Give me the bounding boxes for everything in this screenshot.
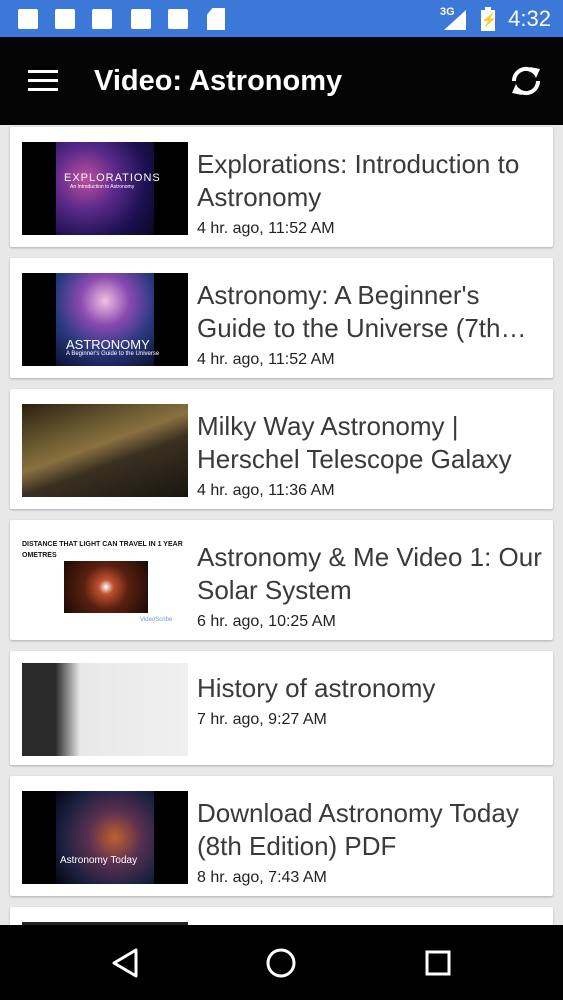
video-thumbnail: ASTRONOMY A Beginner's Guide to the Univ…: [22, 273, 188, 366]
network-type: 3G: [440, 6, 455, 18]
page-title: Video: Astronomy: [94, 65, 343, 97]
notification-icon: [55, 9, 75, 29]
video-timestamp: 4 hr. ago, 11:52 AM: [197, 220, 335, 237]
video-title: History of astronomy: [197, 673, 436, 703]
refresh-icon[interactable]: [506, 61, 546, 101]
video-timestamp: 4 hr. ago, 11:52 AM: [197, 351, 335, 368]
video-timestamp: 7 hr. ago, 9:27 AM: [197, 711, 327, 728]
battery-icon: ⚡: [481, 7, 497, 31]
sd-card-icon: [207, 8, 225, 30]
list-item[interactable]: Astronomy Today Download Astronomy Today…: [10, 776, 553, 896]
video-thumbnail: Astronomy Today: [22, 791, 188, 884]
notification-icon: [168, 9, 188, 29]
video-title: Explorations: Introduction to Astronomy: [197, 149, 520, 212]
video-thumbnail: EXPLORATIONS An Introduction to Astronom…: [22, 142, 188, 235]
notification-icon: [131, 9, 151, 29]
video-title: Astronomy & Me Video 1: Our Solar System: [197, 542, 542, 605]
video-timestamp: 4 hr. ago, 11:36 AM: [197, 482, 335, 499]
back-triangle-icon[interactable]: [108, 945, 144, 981]
hamburger-menu-icon[interactable]: [28, 70, 58, 92]
video-thumbnail: DISTANCE THAT LIGHT CAN TRAVEL IN 1 YEAR…: [22, 535, 188, 628]
video-thumbnail: [22, 404, 188, 497]
status-bar: 3G ⚡ 4:32: [0, 0, 563, 37]
video-timestamp: 8 hr. ago, 7:43 AM: [197, 869, 327, 886]
video-timestamp: 6 hr. ago, 10:25 AM: [197, 613, 336, 630]
home-circle-icon[interactable]: [263, 945, 299, 981]
status-time: 4:32: [508, 6, 551, 31]
notification-icon: [18, 9, 38, 29]
video-thumbnail: [22, 663, 188, 756]
list-item[interactable]: [10, 907, 553, 925]
list-item[interactable]: History of astronomy 7 hr. ago, 9:27 AM: [10, 651, 553, 765]
video-title: Milky Way Astronomy | Herschel Telescope…: [197, 411, 512, 474]
list-item[interactable]: EXPLORATIONS An Introduction to Astronom…: [10, 127, 553, 247]
list-item[interactable]: Milky Way Astronomy | Herschel Telescope…: [10, 389, 553, 509]
video-list: EXPLORATIONS An Introduction to Astronom…: [0, 125, 563, 925]
list-item[interactable]: ASTRONOMY A Beginner's Guide to the Univ…: [10, 258, 553, 378]
video-title: Astronomy: A Beginner's Guide to the Uni…: [197, 280, 501, 343]
recents-square-icon[interactable]: [420, 945, 456, 981]
app-bar: Video: Astronomy: [0, 37, 563, 125]
navigation-bar: [0, 925, 563, 1000]
video-title: Download Astronomy Today (8th Edition) P…: [197, 798, 519, 861]
list-item[interactable]: DISTANCE THAT LIGHT CAN TRAVEL IN 1 YEAR…: [10, 520, 553, 640]
notification-icon: [92, 9, 112, 29]
